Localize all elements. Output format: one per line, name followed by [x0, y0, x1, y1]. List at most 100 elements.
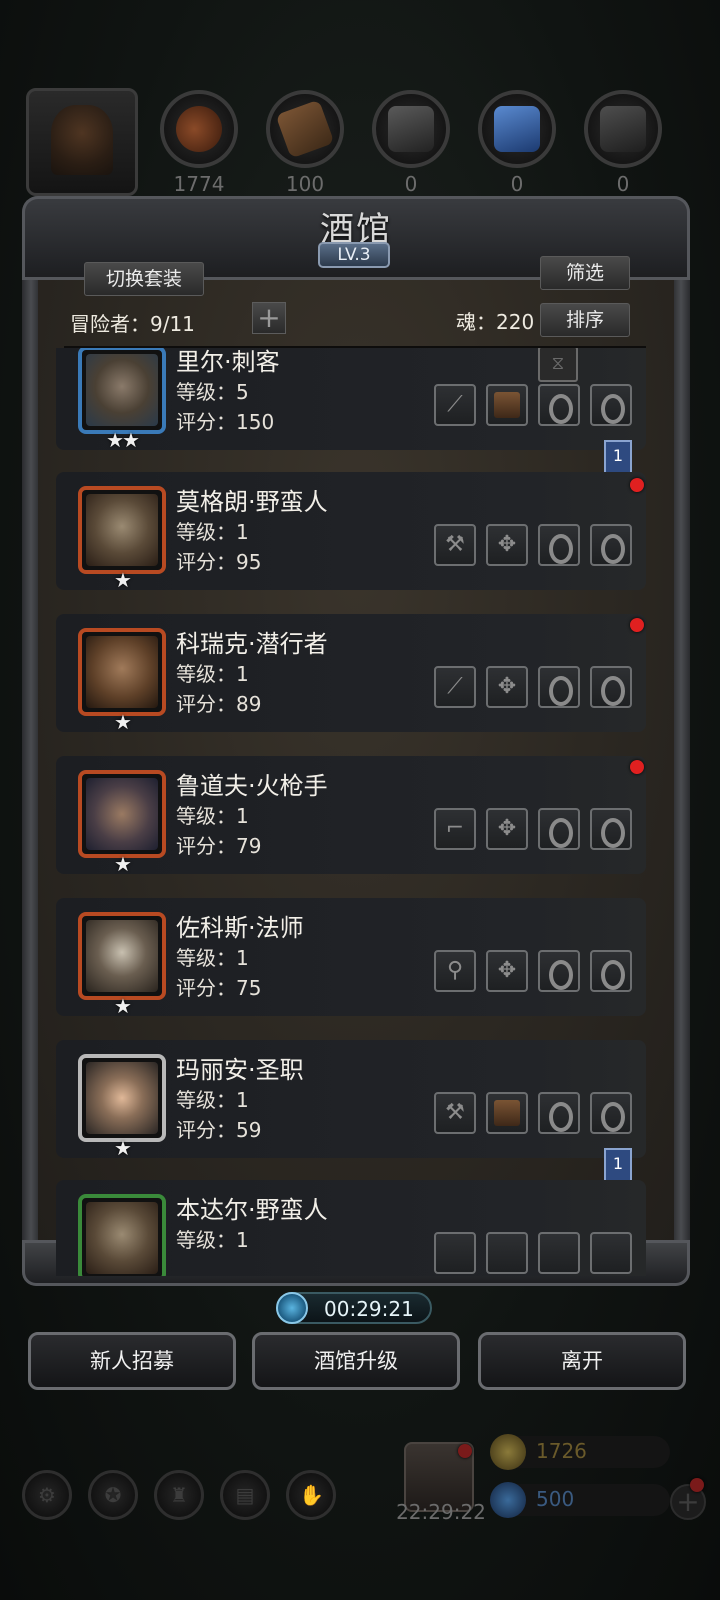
ring-slot[interactable] [538, 666, 580, 708]
weapon-slot[interactable]: ⚒ [434, 1092, 476, 1134]
settings-icon[interactable]: ⚙ [22, 1470, 72, 1520]
ring-slot[interactable] [538, 950, 580, 992]
leather-armor-icon [494, 392, 520, 418]
timer-text: 00:29:21 [324, 1297, 414, 1321]
ring-slot[interactable] [590, 950, 632, 992]
hero-name: 莫格朗·野蛮人 [176, 488, 328, 516]
star-rating: ★★ [106, 428, 140, 452]
hero-name: 佐科斯·法师 [176, 914, 304, 942]
hero-level: 等级：5 [176, 380, 249, 404]
hero-portrait [78, 1054, 166, 1142]
sword-icon: ⟋ [447, 392, 463, 417]
hand-icon[interactable]: ✋ [286, 1470, 336, 1520]
armor-icon: ✥ [497, 532, 517, 557]
armor-slot[interactable]: ✥ [486, 666, 528, 708]
gem-counter: 500 [490, 1482, 670, 1518]
anvil-icon[interactable] [584, 90, 662, 168]
hero-card[interactable]: 本达尔·野蛮人 等级：1 [56, 1180, 646, 1276]
upgrade-tavern-button[interactable]: 酒馆升级 [252, 1332, 460, 1390]
iron-icon[interactable] [372, 90, 450, 168]
ring-slot[interactable] [590, 808, 632, 850]
book-icon[interactable]: ▤ [220, 1470, 270, 1520]
ring-slot[interactable] [590, 524, 632, 566]
iron-count: 0 [404, 172, 418, 196]
hero-card[interactable]: ★ 科瑞克·潜行者 等级：1 评分：89 ⟋ ✥ [56, 614, 646, 734]
armor-icon: ✥ [497, 958, 517, 983]
hero-score: 评分：75 [176, 976, 262, 1000]
recruit-button[interactable]: 新人招募 [28, 1332, 236, 1390]
armor-slot[interactable]: ✥ [486, 808, 528, 850]
hero-score: 评分：79 [176, 834, 262, 858]
armor-icon: ✥ [497, 816, 517, 841]
ring-slot[interactable] [538, 1092, 580, 1134]
alert-dot [630, 618, 644, 632]
ring-slot[interactable] [538, 384, 580, 426]
hero-name: 里尔·刺客 [176, 348, 280, 376]
armor-slot[interactable] [486, 1092, 528, 1134]
gem-icon [490, 1482, 526, 1518]
leather-armor-icon [494, 1100, 520, 1126]
hammer-icon: ⚒ [445, 1100, 465, 1125]
ring-icon [601, 534, 625, 564]
gift-alert-dot [458, 1444, 472, 1458]
hourglass-icon[interactable]: ⧖ [538, 348, 578, 382]
ring-slot[interactable] [590, 1092, 632, 1134]
staff-icon: ⚲ [446, 958, 464, 983]
crystal-icon[interactable] [478, 90, 556, 168]
ring-slot[interactable] [590, 666, 632, 708]
hero-score: 评分：95 [176, 550, 262, 574]
meat-icon[interactable] [160, 90, 238, 168]
weapon-slot[interactable]: ⟋ [434, 384, 476, 426]
hero-card[interactable]: ★ 玛丽安·圣职 等级：1 评分：59 ⚒ [56, 1040, 646, 1160]
gold-coin-icon [490, 1434, 526, 1470]
hero-portrait [78, 486, 166, 574]
adventurer-count: 冒险者：9/11 [70, 312, 195, 336]
weapon-slot[interactable]: ⚲ [434, 950, 476, 992]
gem-amount: 500 [536, 1487, 575, 1511]
star-rating: ★ [114, 994, 132, 1018]
weapon-slot[interactable]: ⌐ [434, 808, 476, 850]
ring-icon [601, 818, 625, 848]
tower-icon[interactable]: ♜ [154, 1470, 204, 1520]
crystal-count: 0 [510, 172, 524, 196]
hero-card[interactable]: ★ 佐科斯·法师 等级：1 评分：75 ⚲ ✥ [56, 898, 646, 1018]
ring-slot[interactable] [538, 1232, 580, 1274]
wood-icon[interactable] [266, 90, 344, 168]
ring-slot[interactable] [538, 524, 580, 566]
ring-slot[interactable] [590, 384, 632, 426]
weapon-slot[interactable] [434, 1232, 476, 1274]
hero-portrait [78, 348, 166, 434]
filter-button[interactable]: 筛选 [540, 256, 630, 290]
switch-outfit-button[interactable]: 切换套装 [84, 262, 204, 296]
ring-slot[interactable] [590, 1232, 632, 1274]
clock-icon [276, 1292, 308, 1324]
hero-list[interactable]: ★★ 里尔·刺客 等级：5 评分：150 ⟋ ⧖ 1 ★ 莫格朗·野蛮人 等级：… [56, 348, 654, 1276]
ring-slot[interactable] [538, 808, 580, 850]
armor-slot[interactable] [486, 384, 528, 426]
hero-portrait [78, 912, 166, 1000]
armor-slot[interactable] [486, 1232, 528, 1274]
hero-level: 等级：1 [176, 520, 249, 544]
hero-card[interactable]: ★ 鲁道夫·火枪手 等级：1 评分：79 ⌐ ✥ [56, 756, 646, 876]
star-rating: ★ [114, 852, 132, 876]
add-adventurer-button[interactable]: + [252, 302, 286, 334]
add-alert-dot [690, 1478, 704, 1492]
hero-portrait [78, 628, 166, 716]
axe-icon: ⚒ [445, 532, 465, 557]
hero-name: 玛丽安·圣职 [176, 1056, 304, 1084]
armor-slot[interactable]: ✥ [486, 950, 528, 992]
hero-name: 科瑞克·潜行者 [176, 630, 328, 658]
emblem-icon[interactable]: ✪ [88, 1470, 138, 1520]
weapon-slot[interactable]: ⚒ [434, 524, 476, 566]
hero-card[interactable]: ★ 莫格朗·野蛮人 等级：1 评分：95 ⚒ ✥ [56, 472, 646, 592]
ring-icon [601, 676, 625, 706]
ring-icon [549, 394, 573, 424]
musket-icon: ⌐ [445, 816, 465, 841]
sort-button[interactable]: 排序 [540, 303, 630, 337]
hood-icon[interactable] [26, 88, 138, 196]
weapon-slot[interactable]: ⟋ [434, 666, 476, 708]
gift-timer: 22:29:22 [396, 1500, 486, 1524]
armor-slot[interactable]: ✥ [486, 524, 528, 566]
leave-button[interactable]: 离开 [478, 1332, 686, 1390]
hero-level: 等级：1 [176, 662, 249, 686]
